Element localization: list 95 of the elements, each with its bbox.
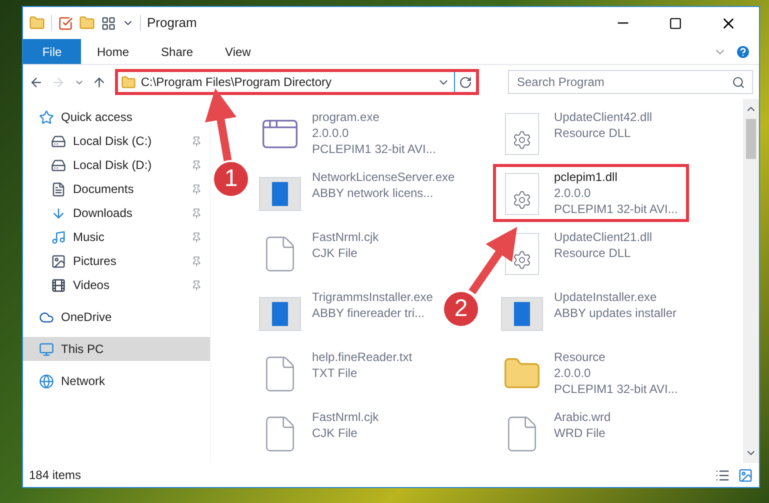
details-view-icon[interactable] bbox=[715, 468, 730, 482]
file-name: NetworkLicenseServer.exe bbox=[312, 169, 455, 185]
sidebar-item[interactable]: Network bbox=[23, 369, 210, 393]
pin-icon[interactable] bbox=[191, 256, 202, 266]
file-name: Arabic.wrd bbox=[554, 409, 611, 425]
file-item[interactable]: pclepim1.dll 2.0.0.0 PCLEPIM1 32-bit AVI... bbox=[493, 164, 689, 222]
sidebar-item[interactable]: OneDrive bbox=[23, 305, 210, 329]
file-detail: PCLEPIM1 32-bit AVI... bbox=[312, 141, 436, 157]
item-count: 184 items bbox=[29, 467, 82, 484]
sidebar-item[interactable]: Quick access bbox=[23, 105, 210, 129]
file-detail: WRD File bbox=[554, 425, 606, 441]
file-name: TrigrammsInstaller.exe bbox=[312, 289, 433, 305]
file-detail: ABBY finereader tri... bbox=[312, 305, 426, 321]
window-title: Program bbox=[147, 14, 197, 32]
file-item[interactable]: NetworkLicenseServer.exe ABBY network licens... bbox=[251, 164, 466, 222]
file-detail: PCLEPIM1 32-bit AVI... bbox=[554, 381, 678, 397]
file-name: FastNrml.cjk bbox=[312, 229, 379, 245]
file-item[interactable]: help.fineReader.txt TXT File bbox=[251, 344, 424, 402]
refresh-icon[interactable] bbox=[458, 76, 472, 88]
file-detail: CJK File bbox=[312, 425, 358, 441]
file-name: Resource bbox=[554, 349, 606, 365]
pin-icon[interactable] bbox=[191, 136, 202, 146]
window-icon bbox=[259, 177, 301, 211]
pin-icon[interactable] bbox=[191, 160, 202, 170]
file-item[interactable]: program.exe 2.0.0.0 PCLEPIM1 32-bit AVI... bbox=[251, 104, 447, 162]
file-detail: 2.0.0.0 bbox=[312, 125, 350, 141]
checklist-icon[interactable] bbox=[58, 16, 73, 30]
pin-icon[interactable] bbox=[191, 184, 202, 194]
file-name: program.exe bbox=[312, 109, 380, 125]
sidebar-item[interactable]: Local Disk (C:) bbox=[23, 129, 210, 153]
file-detail: ABBY network licens... bbox=[312, 185, 434, 201]
pin-icon[interactable] bbox=[191, 280, 202, 290]
ribbon-tab[interactable]: Share bbox=[145, 39, 210, 64]
ribbon-tab[interactable]: File bbox=[23, 39, 81, 64]
scroll-thumb[interactable] bbox=[746, 119, 756, 159]
file-item[interactable]: FastNrml.cjk CJK File bbox=[251, 224, 390, 282]
file-name: UpdateClient21.dll bbox=[554, 229, 652, 245]
window-icon bbox=[501, 297, 543, 331]
scrollbar[interactable] bbox=[743, 99, 759, 463]
ribbon-tab[interactable]: View bbox=[209, 39, 267, 64]
back-icon[interactable] bbox=[29, 74, 44, 90]
arrow bbox=[468, 226, 518, 294]
file-detail: 2.0.0.0 bbox=[554, 185, 592, 201]
file-item[interactable]: Arabic.wrd WRD File bbox=[493, 404, 622, 462]
star-icon bbox=[39, 110, 54, 124]
picture-icon bbox=[51, 254, 66, 268]
sidebar-item[interactable]: Local Disk (D:) bbox=[23, 153, 210, 177]
file-detail: 2.0.0.0 bbox=[554, 365, 592, 381]
file-name: UpdateInstaller.exe bbox=[554, 289, 658, 305]
ribbon-tab[interactable]: Home bbox=[81, 39, 146, 64]
properties-icon[interactable] bbox=[101, 16, 116, 30]
pin-icon[interactable] bbox=[191, 232, 202, 242]
sidebar-item[interactable]: Documents bbox=[23, 177, 210, 201]
sidebar-item[interactable]: This PC bbox=[23, 337, 210, 361]
search-field[interactable]: Search Program bbox=[508, 70, 753, 94]
maximize-icon[interactable] bbox=[669, 16, 682, 30]
file-item[interactable]: UpdateClient42.dll Resource DLL bbox=[493, 104, 664, 162]
sidebar-item[interactable]: Pictures bbox=[23, 249, 210, 273]
file-name: help.fineReader.txt bbox=[312, 349, 412, 365]
file-item[interactable]: UpdateClient21.dll Resource DLL bbox=[493, 224, 664, 282]
document-icon bbox=[51, 182, 66, 196]
pin-icon[interactable] bbox=[191, 208, 202, 218]
sidebar-item[interactable]: Music bbox=[23, 225, 210, 249]
up-icon[interactable] bbox=[92, 74, 107, 90]
film-icon bbox=[51, 278, 66, 292]
sidebar-item[interactable]: Downloads bbox=[23, 201, 210, 225]
file-detail: Resource DLL bbox=[554, 245, 632, 261]
gear-file-icon bbox=[505, 173, 539, 215]
file-item[interactable]: FastNrml.cjk CJK File bbox=[251, 404, 390, 462]
search-icon bbox=[732, 76, 745, 89]
tiles-view-icon[interactable] bbox=[738, 468, 753, 482]
drive-icon bbox=[51, 158, 66, 172]
file-detail: PCLEPIM1 32-bit AVI... bbox=[554, 201, 678, 217]
drive-icon bbox=[51, 134, 66, 148]
window-icon bbox=[259, 297, 301, 331]
down-arrow-icon bbox=[51, 206, 66, 220]
gear-file-icon bbox=[505, 113, 539, 155]
cloud-icon bbox=[39, 310, 54, 324]
file-detail: TXT File bbox=[312, 365, 358, 381]
file-detail: Resource DLL bbox=[554, 125, 632, 141]
file-item[interactable]: Resource 2.0.0.0 PCLEPIM1 32-bit AVI... bbox=[493, 344, 689, 402]
file-name: FastNrml.cjk bbox=[312, 409, 379, 425]
file-item[interactable]: TrigrammsInstaller.exe ABBY finereader tri... bbox=[251, 284, 444, 342]
music-note-icon bbox=[51, 230, 66, 244]
file-detail: CJK File bbox=[312, 245, 358, 261]
help-icon[interactable] bbox=[735, 44, 751, 60]
globe-icon bbox=[39, 374, 54, 388]
monitor-icon bbox=[39, 342, 54, 356]
file-name: pclepim1.dll bbox=[554, 169, 618, 185]
sidebar-item[interactable]: Videos bbox=[23, 273, 210, 297]
file-detail: ABBY updates installer bbox=[554, 305, 677, 321]
folder-icon bbox=[120, 74, 136, 90]
file-name: UpdateClient42.dll bbox=[554, 109, 652, 125]
address-field[interactable]: C:\Program Files\Program Directory bbox=[118, 72, 455, 92]
file-item[interactable]: UpdateInstaller.exe ABBY updates installer bbox=[493, 284, 688, 342]
